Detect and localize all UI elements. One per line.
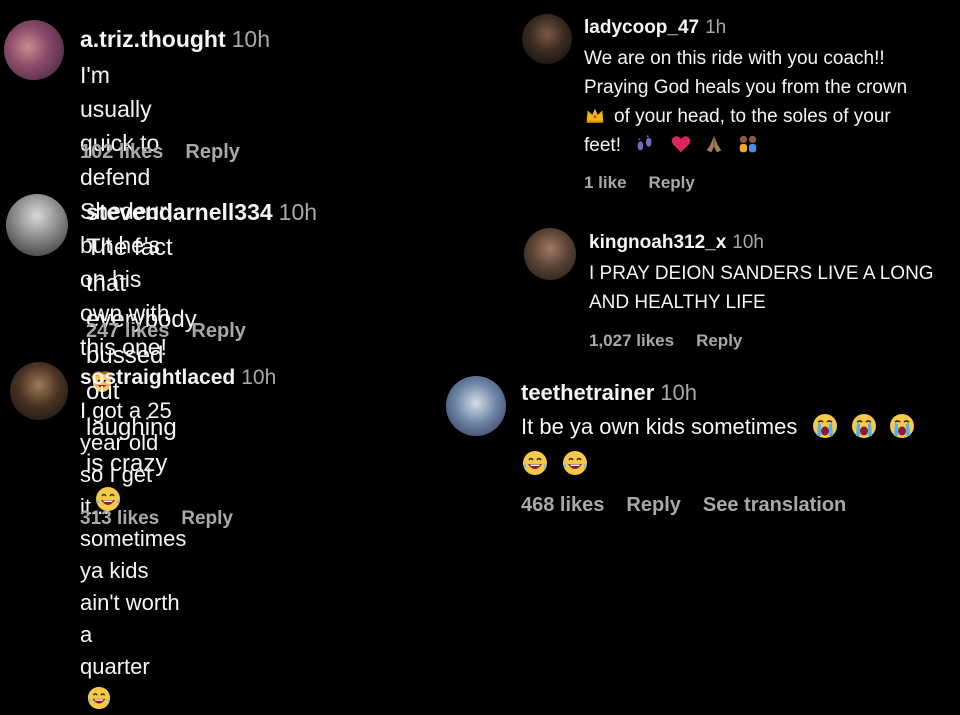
comment-line: I PRAY DEION SANDERS LIVE A LONG	[589, 263, 934, 284]
likes-count[interactable]: 313 likes	[80, 508, 159, 529]
crying-face-emoji	[851, 414, 876, 439]
heart-emoji	[671, 136, 690, 153]
likes-count[interactable]: 247 likes	[86, 320, 169, 342]
timestamp: 10h	[231, 26, 271, 52]
comment-header: a.triz.thought 10h	[80, 26, 270, 53]
avatar[interactable]	[522, 14, 572, 64]
likes-count[interactable]: 468 likes	[521, 494, 604, 516]
comment-actions: 1,027 likes Reply	[589, 331, 764, 351]
username[interactable]: stevendarnell334	[86, 199, 273, 225]
avatar[interactable]	[524, 228, 576, 280]
crying-face-emoji	[813, 414, 838, 439]
comment-actions: 313 likes Reply	[80, 508, 255, 530]
timestamp: 10h	[660, 380, 697, 405]
username[interactable]: ladycoop_47	[584, 17, 699, 38]
praying-hands-emoji	[706, 135, 722, 153]
avatar[interactable]	[4, 20, 64, 80]
comment-line: quarter	[80, 651, 186, 715]
comment-line: We are on this ride with you coach!!	[584, 48, 885, 69]
comment-header: sostraightlaced 10h	[80, 366, 276, 390]
reply-button[interactable]: Reply	[649, 173, 695, 192]
comment-line: It be ya own kids sometimes	[521, 410, 960, 444]
username[interactable]: sostraightlaced	[80, 366, 235, 389]
comment-header: ladycoop_47 1h	[584, 17, 726, 39]
comment-actions: 468 likes Reply See translation	[521, 494, 868, 517]
comment-header: stevendarnell334 10h	[86, 199, 317, 226]
reply-button[interactable]: Reply	[626, 494, 680, 516]
reply-button[interactable]: Reply	[185, 141, 239, 163]
comment-actions: 247 likes Reply	[86, 320, 268, 343]
comment-line: AND HEALTHY LIFE	[589, 292, 766, 313]
comment-line	[521, 444, 960, 478]
likes-count[interactable]: 102 likes	[80, 141, 163, 163]
timestamp: 10h	[241, 366, 277, 389]
reply-button[interactable]: Reply	[181, 508, 233, 529]
timestamp: 10h	[278, 199, 318, 225]
username[interactable]: a.triz.thought	[80, 26, 226, 52]
likes-count[interactable]: 1 like	[584, 173, 627, 192]
timestamp: 1h	[705, 17, 727, 38]
avatar[interactable]	[10, 362, 68, 420]
avatar[interactable]	[6, 194, 68, 256]
footprints-emoji	[637, 135, 652, 151]
comment-text: I got a 25 year old so I get it... somet…	[80, 395, 186, 715]
comment-line: of your head, to the soles of your	[584, 102, 956, 131]
comment-text: I PRAY DEION SANDERS LIVE A LONG AND HEA…	[589, 259, 959, 317]
username[interactable]: teethetrainer	[521, 380, 654, 405]
comment-line: sometimes ya kids ain't worth a	[80, 526, 187, 647]
crown-emoji	[586, 108, 604, 123]
likes-count[interactable]: 1,027 likes	[589, 331, 674, 350]
couple-emoji	[739, 135, 757, 153]
comment-header: teethetrainer 10h	[521, 380, 697, 406]
timestamp: 10h	[732, 232, 764, 253]
comment-text: We are on this ride with you coach!! Pra…	[584, 44, 956, 160]
comment-actions: 102 likes Reply	[80, 141, 262, 164]
comment-line: feet!	[584, 131, 956, 160]
laughing-face-emoji	[523, 451, 547, 476]
avatar[interactable]	[446, 376, 506, 436]
laughing-face-emoji	[563, 451, 588, 476]
comment-header: kingnoah312_x 10h	[589, 232, 764, 254]
username[interactable]: kingnoah312_x	[589, 232, 726, 253]
comment-line: Praying God heals you from the crown	[584, 77, 908, 98]
crying-face-emoji	[889, 414, 914, 439]
see-translation-button[interactable]: See translation	[703, 494, 846, 516]
reply-button[interactable]: Reply	[191, 320, 245, 342]
reply-button[interactable]: Reply	[696, 331, 742, 350]
comment-text: It be ya own kids sometimes	[521, 410, 960, 478]
laughing-face-emoji	[87, 687, 111, 710]
comment-line: I got a 25 year old so I get it...	[80, 398, 172, 519]
comment-actions: 1 like Reply	[584, 173, 717, 193]
